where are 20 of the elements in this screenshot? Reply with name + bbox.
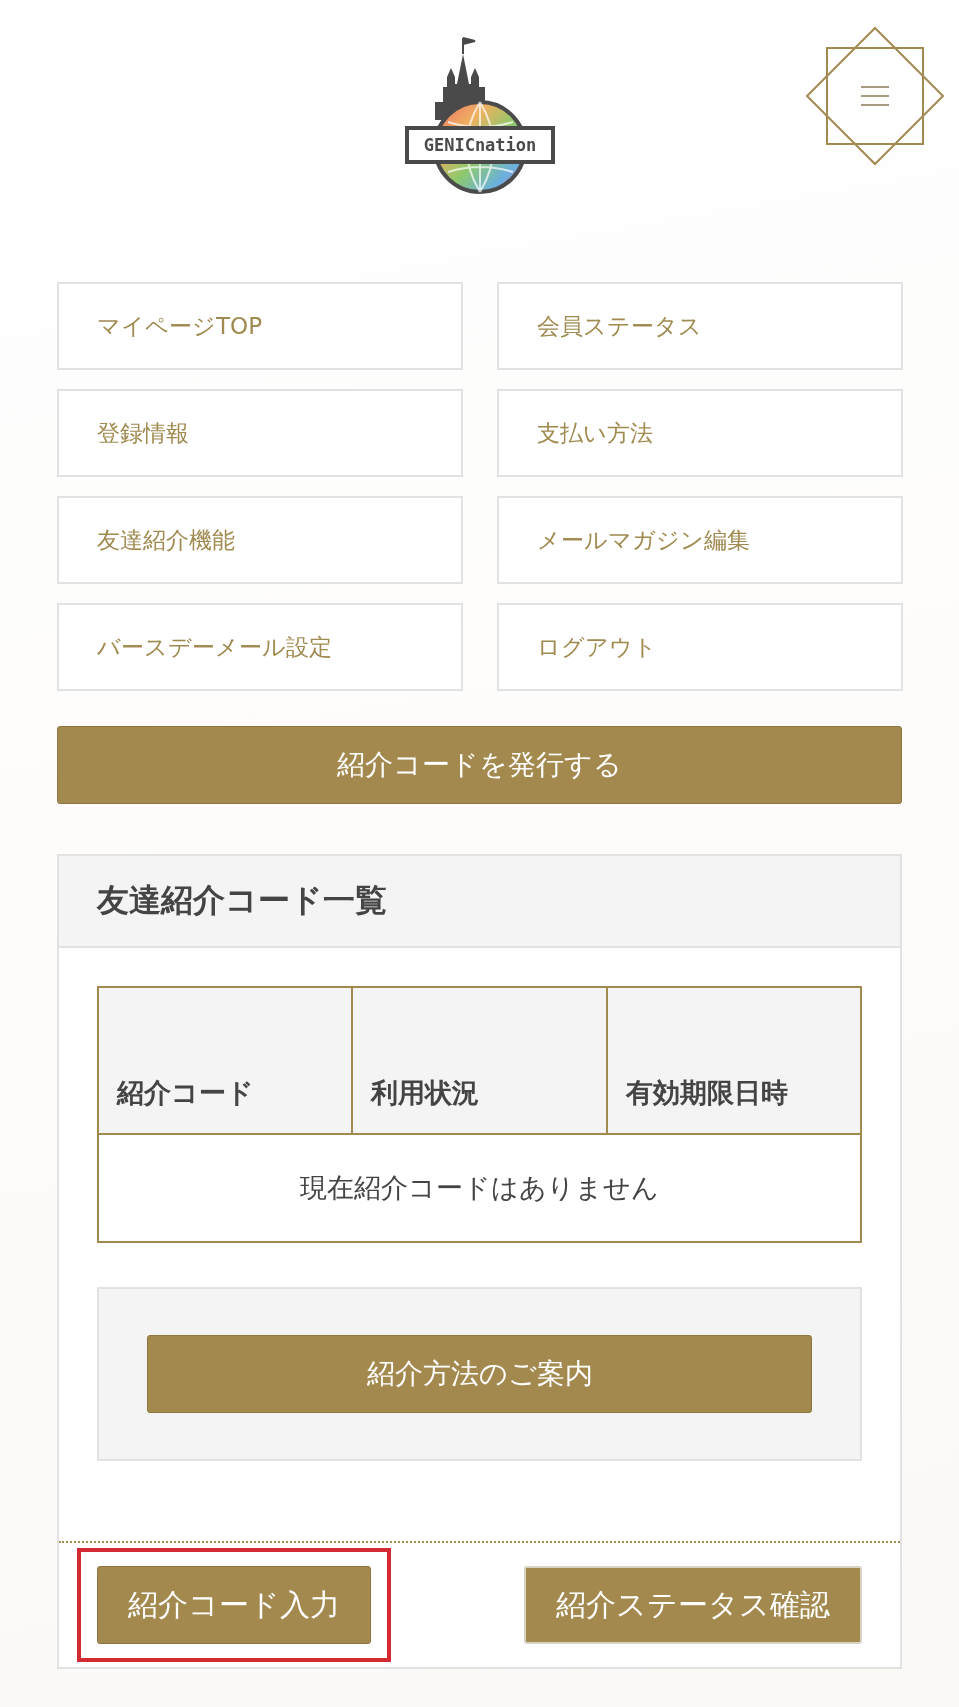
empty-message: 現在紹介コードはありません [98, 1134, 861, 1242]
footer-button[interactable]: 紹介コード入力 [97, 1566, 371, 1644]
menu-link[interactable]: 支払い方法 [497, 389, 903, 477]
panel-title: 友達紹介コード一覧 [97, 880, 387, 921]
footer-button[interactable]: 紹介ステータス確認 [524, 1566, 862, 1644]
menu-button[interactable] [805, 26, 945, 166]
logo[interactable]: GENICnation [403, 32, 558, 202]
menu-icon [805, 26, 945, 166]
column-header: 利用状況 [352, 987, 607, 1134]
issue-code-button[interactable]: 紹介コードを発行する [57, 726, 902, 804]
menu-link[interactable]: 会員ステータス [497, 282, 903, 370]
menu-link[interactable]: バースデーメール設定 [57, 603, 463, 691]
menu-link[interactable]: メールマガジン編集 [497, 496, 903, 584]
menu-link[interactable]: 友達紹介機能 [57, 496, 463, 584]
guide-button[interactable]: 紹介方法のご案内 [147, 1335, 812, 1413]
column-header: 有効期限日時 [606, 987, 861, 1134]
menu-link[interactable]: ログアウト [497, 603, 903, 691]
menu-link[interactable]: 登録情報 [57, 389, 463, 477]
menu-link[interactable]: マイページTOP [57, 282, 463, 370]
column-header: 紹介コード [98, 987, 353, 1134]
